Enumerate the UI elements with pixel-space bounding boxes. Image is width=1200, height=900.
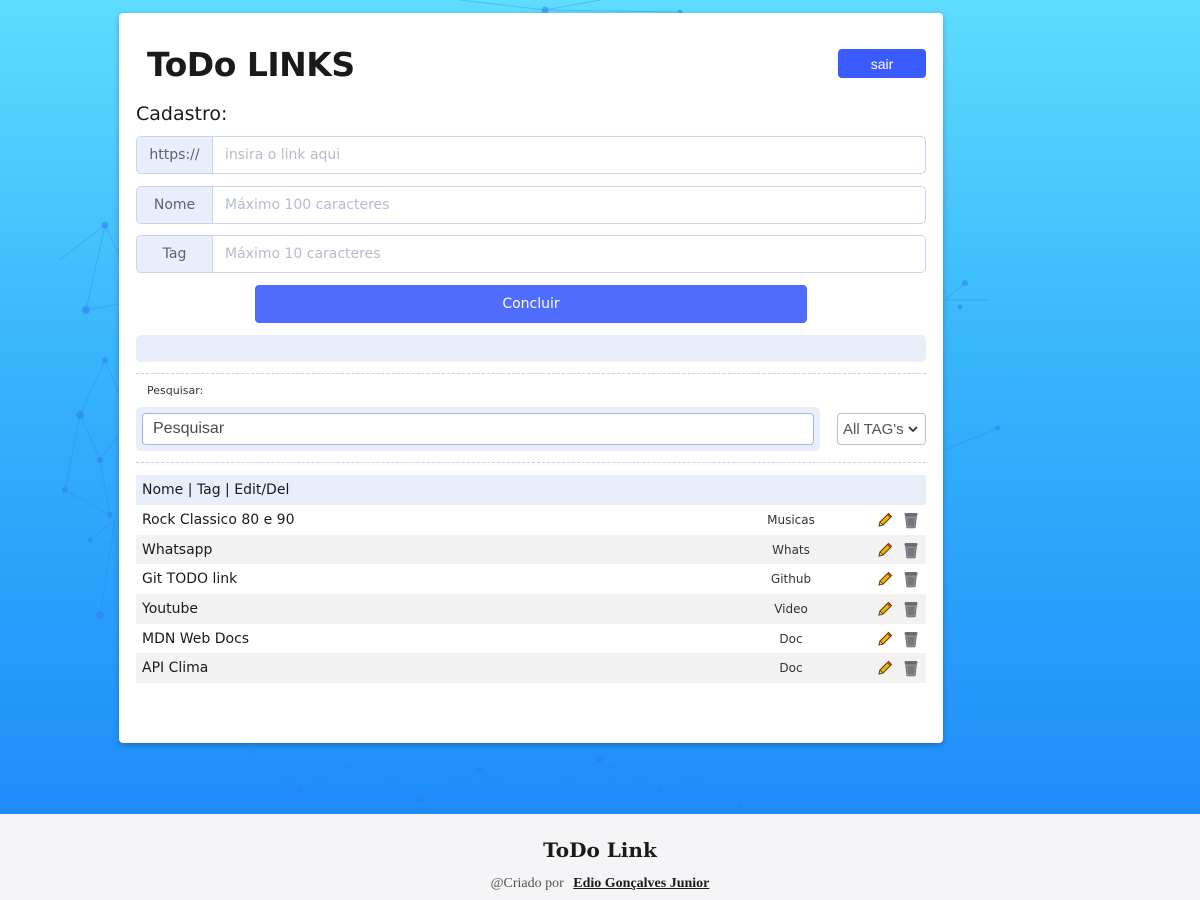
name-input[interactable] [213, 187, 925, 223]
link-name[interactable]: Whatsapp [142, 542, 212, 558]
edit-pencil-icon[interactable] [876, 570, 894, 592]
url-input[interactable] [213, 137, 925, 173]
footer-created-by: @Criado por [490, 876, 564, 891]
tag-field-group: Tag [136, 235, 926, 273]
author-link[interactable]: Edio Gonçalves Junior [573, 876, 709, 891]
link-name[interactable]: Rock Classico 80 e 90 [142, 512, 295, 528]
table-row: Whatsapp Whats [136, 534, 926, 565]
link-tag: Doc [779, 631, 803, 646]
table-header: Nome | Tag | Edit/Del [136, 475, 926, 505]
edit-pencil-icon[interactable] [876, 541, 894, 563]
tag-input[interactable] [213, 236, 925, 272]
delete-trash-icon[interactable] [903, 659, 919, 681]
delete-trash-icon[interactable] [903, 511, 919, 533]
name-field-group: Nome [136, 186, 926, 224]
tag-addon: Tag [137, 236, 213, 272]
url-addon: https:// [137, 137, 213, 173]
footer-title: ToDo Link [543, 838, 657, 862]
link-tag: Doc [779, 661, 803, 676]
table-row: Git TODO link Github [136, 564, 926, 594]
delete-trash-icon[interactable] [903, 600, 919, 622]
logout-button[interactable]: sair [838, 49, 926, 78]
table-body: Rock Classico 80 e 90 Musicas Whatsapp W… [136, 505, 926, 684]
edit-pencil-icon[interactable] [876, 630, 894, 652]
table-row: Youtube Video [136, 594, 926, 624]
link-tag: Github [770, 572, 812, 587]
table-row: Rock Classico 80 e 90 Musicas [136, 505, 926, 535]
delete-trash-icon[interactable] [903, 541, 919, 563]
url-field-group: https:// [136, 136, 926, 174]
delete-trash-icon[interactable] [903, 570, 919, 592]
message-bar [136, 335, 926, 362]
page-title: ToDo LINKS [147, 45, 355, 84]
main-card: ToDo LINKS sair Cadastro: https:// Nome … [119, 13, 943, 743]
edit-pencil-icon[interactable] [876, 659, 894, 681]
link-name[interactable]: API Clima [142, 660, 208, 676]
submit-button[interactable]: Concluir [255, 285, 807, 323]
tag-filter-value: All TAG's [843, 420, 904, 438]
divider [136, 462, 926, 463]
link-tag: Video [774, 601, 808, 616]
form-heading: Cadastro: [136, 103, 228, 125]
search-container [136, 407, 820, 451]
footer-credit: @Criado por Edio Gonçalves Junior [0, 876, 1200, 892]
link-tag: Whats [772, 542, 810, 557]
search-label: Pesquisar: [147, 384, 204, 397]
tag-filter-select[interactable]: All TAG's [837, 413, 926, 445]
link-tag: Musicas [767, 512, 815, 527]
link-name[interactable]: Git TODO link [142, 571, 237, 587]
link-name[interactable]: MDN Web Docs [142, 631, 249, 647]
links-table: Nome | Tag | Edit/Del Rock Classico 80 e… [136, 475, 926, 684]
divider [136, 373, 926, 374]
search-input[interactable] [142, 413, 814, 445]
edit-pencil-icon[interactable] [876, 511, 894, 533]
table-row: API Clima Doc [136, 653, 926, 684]
edit-pencil-icon[interactable] [876, 600, 894, 622]
name-addon: Nome [137, 187, 213, 223]
footer: ToDo Link @Criado por Edio Gonçalves Jun… [0, 814, 1200, 900]
delete-trash-icon[interactable] [903, 630, 919, 652]
table-row: MDN Web Docs Doc [136, 624, 926, 654]
chevron-down-icon [908, 426, 918, 433]
link-name[interactable]: Youtube [142, 601, 198, 617]
